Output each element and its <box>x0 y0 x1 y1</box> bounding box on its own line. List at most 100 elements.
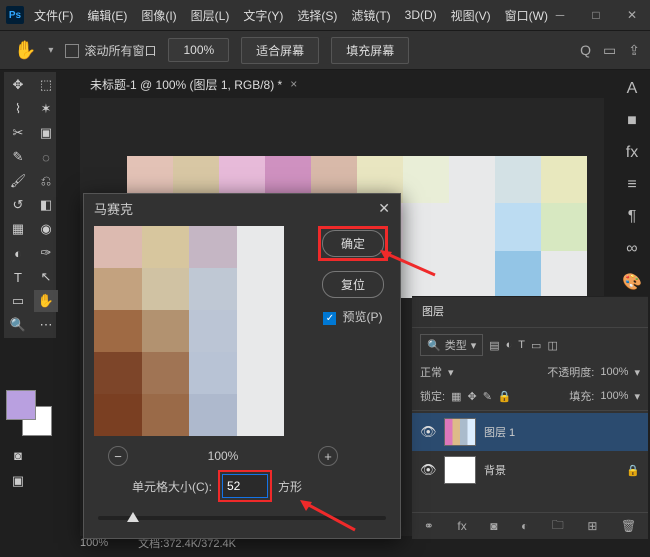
visibility-icon[interactable]: 👁 <box>420 462 436 478</box>
zoom-level-button[interactable]: 100% <box>168 38 229 62</box>
dialog-title: 马赛克 <box>94 199 133 218</box>
paragraph-panel-icon[interactable]: ¶ <box>628 208 637 226</box>
gradient-tool[interactable]: ▦ <box>6 218 30 240</box>
new-layer-icon[interactable]: ⊞ <box>587 519 597 533</box>
visibility-icon[interactable]: 👁 <box>420 424 436 440</box>
swatches-panel-icon[interactable]: ■ <box>627 112 637 130</box>
spot-heal-tool[interactable]: ◌ <box>34 146 58 168</box>
link-layers-icon[interactable]: ⚭ <box>424 519 434 533</box>
hand-tool[interactable]: ✋ <box>34 290 58 312</box>
move-tool[interactable]: ✥ <box>6 74 30 96</box>
crop-tool[interactable]: ✂ <box>6 122 30 144</box>
cell-size-input[interactable] <box>222 474 268 498</box>
blur-tool[interactable]: ◉ <box>34 218 58 240</box>
edit-toolbar[interactable]: ⋯ <box>34 314 58 336</box>
eyedropper-tool[interactable]: ✎ <box>6 146 30 168</box>
lock-all-icon[interactable]: ▦ <box>451 390 461 403</box>
menu-layer[interactable]: 图层(L) <box>187 5 234 26</box>
preview-box[interactable] <box>94 226 284 436</box>
search-icon[interactable]: Q <box>580 42 591 58</box>
foreground-color-swatch[interactable] <box>6 390 36 420</box>
layer-fx-icon[interactable]: fx <box>457 519 466 533</box>
layers-tab[interactable]: 图层 <box>412 297 648 325</box>
layer-mask-icon[interactable]: ◙ <box>490 519 497 533</box>
menu-edit[interactable]: 编辑(E) <box>83 5 131 26</box>
blend-mode-select[interactable]: 正常 <box>420 364 442 380</box>
menu-filter[interactable]: 滤镜(T) <box>347 5 394 26</box>
filter-image-icon[interactable]: ▤ <box>489 339 499 352</box>
magic-wand-tool[interactable]: ✶ <box>34 98 58 120</box>
fill-value[interactable]: 100% <box>600 390 628 402</box>
menu-select[interactable]: 选择(S) <box>293 5 341 26</box>
menu-image[interactable]: 图像(I) <box>137 5 180 26</box>
close-button[interactable]: ✕ <box>614 0 650 30</box>
zoom-in-icon[interactable]: + <box>318 446 338 466</box>
document-tab[interactable]: 未标题-1 @ 100% (图层 1, RGB/8) *× <box>80 73 307 96</box>
reset-button[interactable]: 复位 <box>322 271 384 298</box>
pen-tool[interactable]: ✑ <box>34 242 58 264</box>
lock-pixel-icon[interactable]: ✎ <box>483 390 492 403</box>
cell-size-label: 单元格大小(C): <box>132 478 212 495</box>
menu-file[interactable]: 文件(F) <box>30 5 77 26</box>
layer-item-1[interactable]: 👁 图层 1 <box>412 413 648 451</box>
lock-pos-icon[interactable]: ✥ <box>467 390 476 403</box>
maximize-button[interactable]: □ <box>578 0 614 30</box>
cell-unit-label: 方形 <box>278 478 302 495</box>
lasso-tool[interactable]: ⌇ <box>6 98 30 120</box>
adjustment-layer-icon[interactable]: ◐ <box>521 519 528 533</box>
options-bar: ✋ ▾ 滚动所有窗口 100% 适合屏幕 填充屏幕 Q ▭ ⇪ <box>0 30 650 70</box>
menu-3d[interactable]: 3D(D) <box>401 6 441 24</box>
brush-tool[interactable]: 🖌 <box>6 170 30 192</box>
rectangle-tool[interactable]: ▭ <box>6 290 30 312</box>
libraries-panel-icon[interactable]: ∞ <box>626 240 637 258</box>
workspace-icon[interactable]: ▭ <box>603 42 616 59</box>
color-swatches[interactable] <box>6 390 54 438</box>
dialog-close-icon[interactable]: ✕ <box>378 200 390 217</box>
close-tab-icon[interactable]: × <box>290 77 297 91</box>
layer-name[interactable]: 背景 <box>484 462 506 478</box>
zoom-out-icon[interactable]: − <box>108 446 128 466</box>
layer-thumb[interactable] <box>444 418 476 446</box>
ok-highlight: 确定 <box>318 226 388 261</box>
adjustments-panel-icon[interactable]: ≡ <box>627 176 636 194</box>
filter-smart-icon[interactable]: ◫ <box>547 339 557 352</box>
layer-thumb[interactable] <box>444 456 476 484</box>
fit-screen-button[interactable]: 适合屏幕 <box>241 37 319 64</box>
eraser-tool[interactable]: ◧ <box>34 194 58 216</box>
zoom-tool[interactable]: 🔍 <box>6 314 30 336</box>
delete-layer-icon[interactable]: 🗑 <box>621 519 636 533</box>
color-panel-icon[interactable]: 🎨 <box>622 272 642 292</box>
quick-mask-tool[interactable]: ◙ <box>6 444 30 466</box>
minimize-button[interactable]: ─ <box>542 0 578 30</box>
filter-shape-icon[interactable]: ▭ <box>531 339 541 352</box>
cell-size-slider[interactable] <box>98 516 386 520</box>
opacity-value[interactable]: 100% <box>600 366 628 378</box>
dodge-tool[interactable]: ◐ <box>6 242 30 264</box>
character-panel-icon[interactable]: A <box>627 80 638 98</box>
layer-item-bg[interactable]: 👁 背景 🔒 <box>412 451 648 489</box>
slider-knob-icon[interactable] <box>127 512 139 522</box>
lock-lock-icon[interactable]: 🔒 <box>498 390 512 403</box>
filter-type-icon[interactable]: T <box>518 339 525 351</box>
styles-panel-icon[interactable]: fx <box>626 144 638 162</box>
menu-view[interactable]: 视图(V) <box>447 5 495 26</box>
history-brush-tool[interactable]: ↺ <box>6 194 30 216</box>
marquee-tool[interactable]: ⬚ <box>34 74 58 96</box>
app-logo: Ps <box>6 6 24 24</box>
scroll-all-option[interactable]: 滚动所有窗口 <box>65 42 156 59</box>
clone-tool[interactable]: ⎌ <box>34 170 58 192</box>
tool-preset-chevron-icon[interactable]: ▾ <box>48 45 53 56</box>
filter-adjust-icon[interactable]: ◐ <box>506 339 513 351</box>
type-tool[interactable]: T <box>6 266 30 288</box>
frame-tool[interactable]: ▣ <box>34 122 58 144</box>
layer-name[interactable]: 图层 1 <box>484 424 515 440</box>
group-icon[interactable]: 🗀 <box>552 516 564 537</box>
fill-screen-button[interactable]: 填充屏幕 <box>331 37 409 64</box>
screen-mode-tool[interactable]: ▣ <box>6 470 30 492</box>
share-icon[interactable]: ⇪ <box>628 42 640 59</box>
menu-type[interactable]: 文字(Y) <box>239 5 287 26</box>
layer-filter-type[interactable]: 🔍 类型 ▾ <box>420 334 483 356</box>
preview-checkbox[interactable]: ✓预览(P) <box>323 308 382 325</box>
ok-button[interactable]: 确定 <box>322 230 384 257</box>
path-select-tool[interactable]: ↖ <box>34 266 58 288</box>
